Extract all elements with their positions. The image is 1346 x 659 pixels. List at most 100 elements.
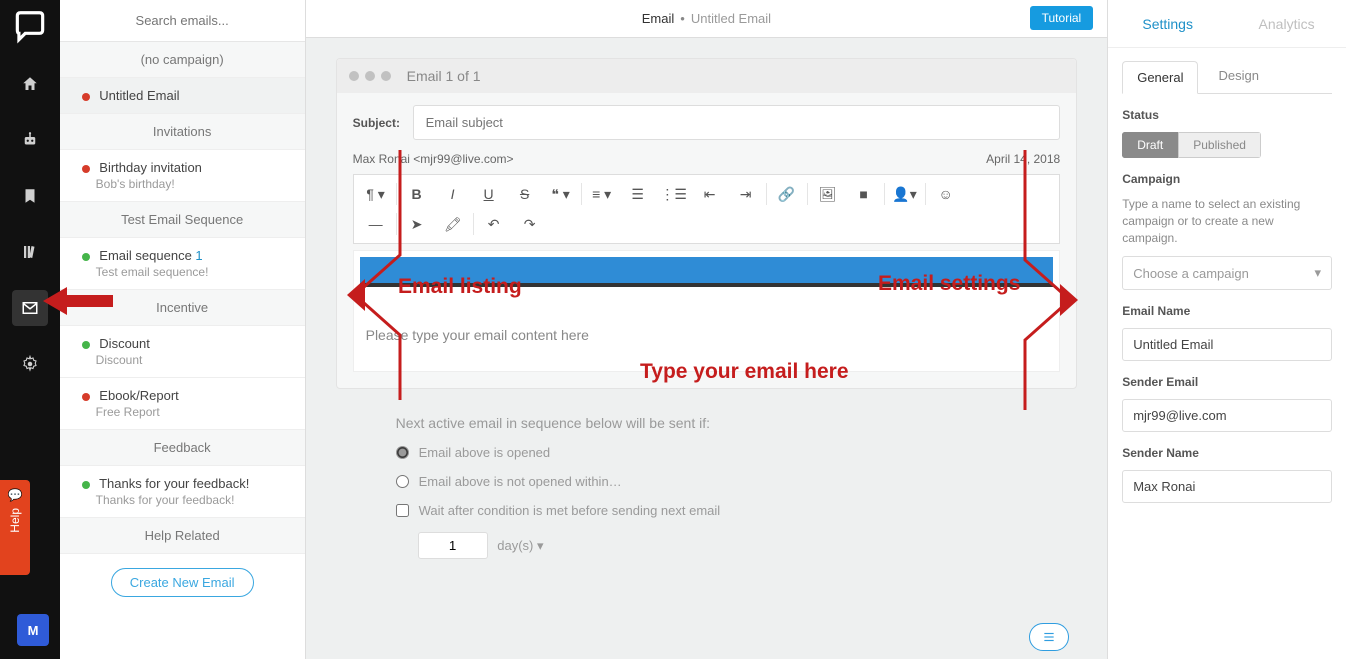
email-item-birthday[interactable]: Birthday invitation Bob's birthday!	[60, 150, 305, 202]
window-dots-icon	[349, 71, 391, 81]
nav-home-icon[interactable]	[12, 66, 48, 102]
days-unit[interactable]: day(s) ▾	[497, 538, 543, 553]
sequence-panel: Next active email in sequence below will…	[336, 389, 1078, 585]
campaign-label: Campaign	[1122, 172, 1332, 186]
status-published-button[interactable]: Published	[1178, 132, 1261, 158]
item-subtitle: Test email sequence!	[96, 265, 289, 279]
card-header: Email 1 of 1	[337, 59, 1077, 93]
group-header: Incentive	[60, 290, 305, 326]
email-item-sequence[interactable]: Email sequence 1 Test email sequence!	[60, 238, 305, 290]
days-input[interactable]	[418, 532, 488, 559]
radio-opened[interactable]: Email above is opened	[396, 445, 1018, 460]
radio-not-opened[interactable]: Email above is not opened within…	[396, 474, 1018, 489]
status-draft-button[interactable]: Draft	[1122, 132, 1178, 158]
emoji-button[interactable]: ☺	[928, 179, 964, 209]
chevron-down-icon: ▾	[1314, 265, 1321, 281]
campaign-hint: Type a name to select an existing campai…	[1122, 196, 1332, 246]
item-subtitle: Discount	[96, 353, 289, 367]
outdent-button[interactable]: ⇤	[692, 179, 728, 209]
redo-button[interactable]: ↷	[512, 209, 548, 239]
subtab-design[interactable]: Design	[1204, 60, 1272, 93]
item-subtitle: Bob's birthday!	[96, 177, 289, 191]
cursor-button[interactable]: ➤	[399, 209, 435, 239]
campaign-select[interactable]: Choose a campaign ▾	[1122, 256, 1332, 290]
item-title: Ebook/Report	[99, 388, 179, 403]
status-dot	[82, 481, 90, 489]
main-area: Email • Untitled Email Tutorial Email 1 …	[306, 0, 1108, 659]
nav-library-icon[interactable]	[12, 234, 48, 270]
help-label: Help	[8, 508, 22, 533]
sender-email-label: Sender Email	[1122, 375, 1332, 389]
user-merge-button[interactable]: 👤▾	[887, 179, 923, 209]
group-header: Feedback	[60, 430, 305, 466]
email-editor-card: Email 1 of 1 Subject: Max Ronai <mjr99@l…	[336, 58, 1078, 389]
wait-checkbox-row[interactable]: Wait after condition is met before sendi…	[396, 503, 1018, 518]
underline-button[interactable]: U	[471, 179, 507, 209]
menu-button[interactable]	[1029, 623, 1069, 651]
ul-button[interactable]: ⋮☰	[656, 179, 692, 209]
indent-button[interactable]: ⇥	[728, 179, 764, 209]
status-dot	[82, 393, 90, 401]
email-name-label: Email Name	[1122, 304, 1332, 318]
status-label: Status	[1122, 108, 1332, 122]
group-header: Invitations	[60, 114, 305, 150]
help-tab[interactable]: 💬 Help	[0, 480, 30, 575]
status-dot	[82, 253, 90, 261]
align-button[interactable]: ≡ ▾	[584, 179, 620, 209]
italic-button[interactable]: I	[435, 179, 471, 209]
bold-button[interactable]: B	[399, 179, 435, 209]
email-item-untitled[interactable]: Untitled Email	[60, 78, 305, 114]
status-dot	[82, 341, 90, 349]
search-input[interactable]	[60, 13, 305, 28]
item-title: Discount	[99, 336, 150, 351]
tab-analytics[interactable]: Analytics	[1227, 0, 1346, 47]
strike-button[interactable]: S	[507, 179, 543, 209]
group-header: Help Related	[60, 518, 305, 554]
undo-button[interactable]: ↶	[476, 209, 512, 239]
video-button[interactable]: ■	[846, 179, 882, 209]
subtab-general[interactable]: General	[1122, 61, 1198, 94]
email-item-ebook[interactable]: Ebook/Report Free Report	[60, 378, 305, 430]
wait-checkbox[interactable]	[396, 504, 409, 517]
page-type: Email	[642, 11, 675, 26]
image-button[interactable]: 🖼	[810, 179, 846, 209]
tab-settings[interactable]: Settings	[1108, 0, 1227, 47]
tutorial-button[interactable]: Tutorial	[1030, 6, 1094, 30]
quote-button[interactable]: ❝ ▾	[543, 179, 579, 209]
search-row	[60, 0, 305, 42]
status-toggle: Draft Published	[1122, 132, 1261, 158]
ol-button[interactable]: ☰	[620, 179, 656, 209]
link-button[interactable]: 🔗	[769, 179, 805, 209]
item-title: Email sequence 1	[99, 248, 202, 263]
status-dot	[82, 165, 90, 173]
settings-panel: Settings Analytics General Design Status…	[1107, 0, 1346, 659]
nav-email-icon[interactable]	[12, 290, 48, 326]
group-header: Test Email Sequence	[60, 202, 305, 238]
app-logo	[11, 8, 49, 46]
email-name-input[interactable]	[1122, 328, 1332, 361]
email-item-thanks[interactable]: Thanks for your feedback! Thanks for you…	[60, 466, 305, 518]
help-icon: 💬	[8, 488, 23, 502]
radio-not-opened-input[interactable]	[396, 475, 409, 488]
item-title: Thanks for your feedback!	[99, 476, 249, 491]
nav-rail: 💬 Help M	[0, 0, 60, 659]
content-placeholder: Please type your email content here	[354, 287, 1060, 371]
highlight-button[interactable]: 🖍	[435, 209, 471, 239]
user-avatar[interactable]: M	[17, 614, 49, 646]
nav-bot-icon[interactable]	[12, 122, 48, 158]
sender-email-input[interactable]	[1122, 399, 1332, 432]
editor-toolbar: ¶ ▾ B I U S ❝ ▾ ≡ ▾ ☰ ⋮☰ ⇤ ⇥ 🔗 🖼	[353, 174, 1061, 244]
paragraph-style-button[interactable]: ¶ ▾	[358, 179, 394, 209]
sender-name-input[interactable]	[1122, 470, 1332, 503]
radio-opened-input[interactable]	[396, 446, 409, 459]
nav-settings-icon[interactable]	[12, 346, 48, 382]
nav-bookmark-icon[interactable]	[12, 178, 48, 214]
email-date: April 14, 2018	[986, 152, 1060, 166]
email-content-area[interactable]: Please type your email content here	[353, 250, 1061, 372]
email-item-discount[interactable]: Discount Discount	[60, 326, 305, 378]
subject-input[interactable]	[413, 105, 1061, 140]
create-new-email-button[interactable]: Create New Email	[111, 568, 254, 597]
hr-button[interactable]: —	[358, 209, 394, 239]
from-address: Max Ronai <mjr99@live.com>	[353, 152, 514, 166]
item-title: Birthday invitation	[99, 160, 202, 175]
